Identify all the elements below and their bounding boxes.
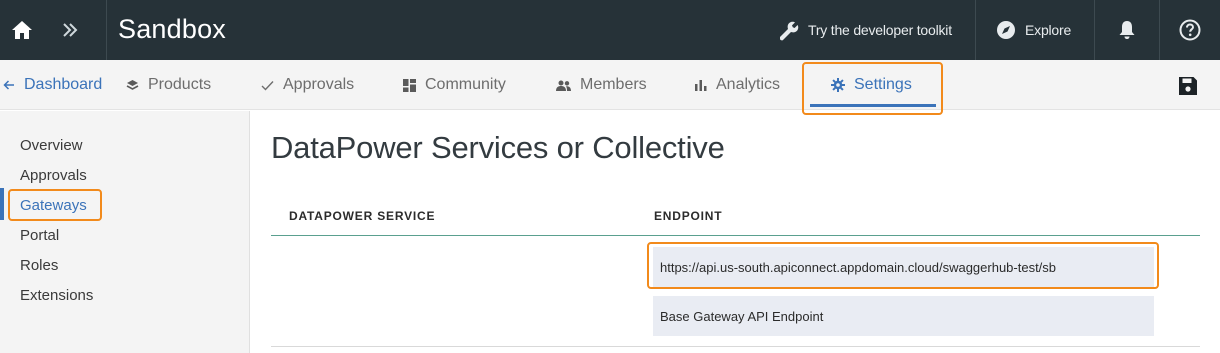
endpoint-highlight <box>647 242 1159 289</box>
save-button[interactable] <box>1174 72 1202 100</box>
tab-label: Analytics <box>716 76 781 93</box>
tab-analytics[interactable]: Analytics <box>695 60 780 110</box>
tab-community[interactable]: Community <box>403 60 506 110</box>
divider <box>975 0 976 60</box>
bell-icon <box>1119 21 1135 39</box>
grid-icon <box>403 78 416 92</box>
sidebar-item-portal[interactable]: Portal <box>20 227 59 244</box>
table-header-divider <box>271 235 1200 236</box>
settings-tab-highlight <box>802 62 943 115</box>
home-button[interactable] <box>0 0 44 60</box>
expand-nav-button[interactable] <box>50 0 90 60</box>
sidebar-item-approvals[interactable]: Approvals <box>20 167 87 184</box>
developer-toolkit-label: Try the developer toolkit <box>808 22 952 38</box>
explore-label: Explore <box>1025 22 1072 38</box>
tab-members[interactable]: Members <box>556 60 647 110</box>
bar-chart-icon <box>695 80 707 91</box>
sidebar-item-roles[interactable]: Roles <box>20 257 58 274</box>
help-button[interactable] <box>1160 0 1220 60</box>
wrench-icon <box>780 21 799 41</box>
page-title: DataPower Services or Collective <box>271 130 725 165</box>
sidebar-item-overview[interactable]: Overview <box>20 137 83 154</box>
back-to-dashboard-link[interactable]: Dashboard <box>3 60 102 110</box>
save-icon <box>1179 77 1197 95</box>
tab-label: Members <box>580 76 647 93</box>
top-bar: Sandbox Try the developer toolkit Explor… <box>0 0 1220 60</box>
home-icon <box>12 21 32 39</box>
column-header-datapower-service: DATAPOWER SERVICE <box>289 209 436 223</box>
tab-approvals[interactable]: Approvals <box>261 60 354 110</box>
help-icon <box>1179 19 1201 41</box>
people-icon <box>556 80 571 91</box>
tab-products[interactable]: Products <box>126 60 211 110</box>
gateways-highlight <box>8 189 102 221</box>
table-row-divider <box>271 346 1200 347</box>
tab-label: Products <box>148 76 212 93</box>
endpoint-description-field[interactable]: Base Gateway API Endpoint <box>653 296 1154 336</box>
tab-label: Community <box>425 76 506 93</box>
sidebar-item-extensions[interactable]: Extensions <box>20 287 93 304</box>
tab-label: Approvals <box>283 76 355 93</box>
explore-link[interactable]: Explore <box>996 0 1071 60</box>
developer-toolkit-link[interactable]: Try the developer toolkit <box>777 0 952 60</box>
notifications-button[interactable] <box>1095 0 1159 60</box>
divider <box>106 0 107 60</box>
dashboard-label: Dashboard <box>24 76 103 93</box>
app-title: Sandbox <box>118 14 226 44</box>
compass-icon <box>997 21 1015 39</box>
check-icon <box>261 80 274 91</box>
arrow-left-icon <box>3 80 14 90</box>
active-sidebar-indicator <box>0 188 4 220</box>
double-chevron-right-icon <box>63 23 78 37</box>
layers-icon <box>126 79 139 90</box>
column-header-endpoint: ENDPOINT <box>654 209 723 223</box>
